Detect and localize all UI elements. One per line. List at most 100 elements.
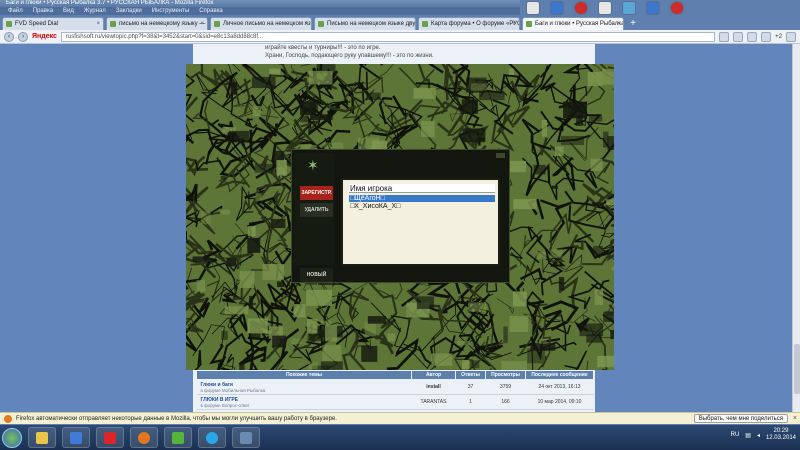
- list-item[interactable]: □ЩёАгоН□: [349, 195, 495, 202]
- tab-favicon-icon: [318, 21, 324, 27]
- menu-icon[interactable]: [786, 31, 796, 42]
- browser-tab[interactable]: Письмо на немецком языке другу |...×: [314, 17, 416, 30]
- folder-icon: [36, 431, 48, 444]
- dialog-sidebar: ✶ ЗАРЕГИСТР. УДАЛИТЬ: [294, 153, 334, 265]
- folder-icon[interactable]: [598, 1, 612, 15]
- tab-label: FVD Speed Dial: [15, 21, 59, 27]
- network-icon[interactable]: ▤: [745, 432, 751, 439]
- topic-views: 3759: [485, 379, 526, 395]
- topic-last: 24 окт 2013, 16:13: [525, 379, 594, 395]
- column-header: Просмотры: [485, 370, 526, 380]
- browser-tab[interactable]: Карта форума • О форуме «РУССК...×: [418, 17, 520, 30]
- browser-tab[interactable]: Личное письмо на немецком языке...×: [210, 17, 312, 30]
- start-button[interactable]: [2, 427, 22, 448]
- browser-tab[interactable]: письмо на немецкому языку — Янд...×: [106, 17, 208, 30]
- clock[interactable]: 20:29 12.03.2014: [766, 428, 796, 442]
- player-list[interactable]: Имя игрока □ЩёАгоН□ □Х_ХисоКА_Х□: [341, 178, 500, 266]
- opera-icon[interactable]: [574, 1, 588, 15]
- tab-close-icon[interactable]: ×: [96, 18, 100, 30]
- menu-bar: Файл Правка Вид Журнал Закладки Инструменты Сп…: [0, 7, 520, 15]
- tab-favicon-icon: [526, 21, 532, 27]
- navigation-bar: ‹ › Яндекс rusfishsoft.ru/viewtopic.php?…: [0, 30, 800, 44]
- topic-forum[interactable]: в форуме Вопрос-ответ: [201, 403, 412, 408]
- tab-close-icon[interactable]: ×: [304, 18, 308, 30]
- language-indicator[interactable]: RU: [731, 432, 740, 438]
- tab-favicon-icon: [214, 21, 220, 27]
- game-icon[interactable]: [670, 1, 684, 15]
- topic-forum[interactable]: в форуме Мобильная Рыбалка: [201, 388, 412, 393]
- post-signature: играйте квесты и турниры!!! - это по игр…: [265, 44, 434, 60]
- topic-author[interactable]: install: [411, 379, 456, 395]
- skype-taskbar-button[interactable]: [198, 427, 226, 448]
- network-icon[interactable]: [622, 1, 636, 15]
- app-icon[interactable]: [550, 1, 564, 15]
- browser-tab[interactable]: Баги и глюки • Русская Рыбалка 3.7...×: [522, 17, 624, 30]
- search-brand[interactable]: Яндекс: [32, 33, 57, 40]
- menu-item[interactable]: Правка: [33, 7, 53, 15]
- topics-table: Похожие темы Автор Ответы Просмотры Посл…: [196, 370, 594, 410]
- list-item[interactable]: □Х_ХисоКА_Х□: [349, 203, 495, 210]
- bookmark-icon[interactable]: [719, 31, 730, 42]
- tab-label: Письмо на немецком языке другу |...: [327, 21, 416, 27]
- weather-icon: [761, 31, 772, 42]
- taskbar: RU ▤ ◂ 20:29 12.03.2014: [0, 425, 800, 450]
- tab-label: письмо на немецкому языку — Янд...: [119, 21, 207, 27]
- tab-close-icon[interactable]: ×: [512, 18, 516, 30]
- download-icon: [172, 431, 184, 444]
- column-header: Ответы: [455, 370, 486, 380]
- yandex-taskbar-button[interactable]: [96, 427, 124, 448]
- settings-icon[interactable]: [646, 1, 660, 15]
- volume-icon[interactable]: ◂: [757, 432, 760, 439]
- home-icon[interactable]: [747, 31, 758, 42]
- tab-favicon-icon: [110, 21, 116, 27]
- topic-cell: ГЛЮКИ В ИГРЕ в форуме Вопрос-ответ: [196, 394, 412, 410]
- notification-bar: Firefox автоматически отправляет некотор…: [0, 412, 800, 424]
- choose-share-button[interactable]: Выбрать, чем мне поделиться: [693, 414, 788, 423]
- menu-item[interactable]: Инструменты: [152, 7, 189, 15]
- table-row: ГЛЮКИ В ИГРЕ в форуме Вопрос-ответ TARAN…: [196, 394, 594, 410]
- topic-last: 10 мар 2014, 09:10: [525, 394, 594, 410]
- tab-close-icon[interactable]: ×: [200, 18, 204, 30]
- browser-tab[interactable]: FVD Speed Dial ×: [2, 17, 104, 30]
- menu-item[interactable]: Справка: [199, 7, 223, 15]
- game-taskbar-button[interactable]: [232, 427, 260, 448]
- clock-date: 12.03.2014: [765, 435, 796, 441]
- firefox-icon: [4, 414, 12, 423]
- page-scrollbar[interactable]: [792, 44, 800, 412]
- new-tab-button[interactable]: +: [626, 18, 640, 30]
- url-bar[interactable]: rusfishsoft.ru/viewtopic.php?f=38&t=3452…: [60, 31, 716, 42]
- close-icon[interactable]: [496, 153, 505, 158]
- register-button[interactable]: ЗАРЕГИСТР.: [300, 186, 333, 200]
- document-icon[interactable]: [526, 1, 540, 15]
- topic-cell: Глюки и баги в форуме Мобильная Рыбалка: [196, 379, 412, 395]
- menu-item[interactable]: Вид: [63, 7, 74, 15]
- close-icon[interactable]: ×: [793, 414, 797, 423]
- tab-strip: FVD Speed Dial × письмо на немецкому языку…: [0, 16, 800, 30]
- column-header: Автор: [411, 370, 456, 380]
- back-button[interactable]: ‹: [4, 31, 14, 42]
- topic-replies: 1: [455, 394, 486, 410]
- new-player-button[interactable]: НОВЫЙ: [300, 268, 333, 282]
- menu-item[interactable]: Журнал: [84, 7, 106, 15]
- scrollbar-thumb[interactable]: [794, 344, 800, 394]
- tab-favicon-icon: [422, 21, 428, 27]
- signature-line: играйте квесты и турниры!!! - это по игр…: [265, 45, 381, 51]
- delete-button[interactable]: УДАЛИТЬ: [300, 203, 333, 217]
- table-row: Глюки и баги в форуме Мобильная Рыбалка …: [196, 379, 594, 395]
- menu-item[interactable]: Закладки: [116, 7, 142, 15]
- media-taskbar-button[interactable]: [62, 427, 90, 448]
- topic-author[interactable]: TARANTAS: [411, 394, 456, 410]
- menu-item[interactable]: Файл: [8, 7, 23, 15]
- firefox-icon: [138, 431, 150, 444]
- forward-button[interactable]: ›: [18, 31, 28, 42]
- download-taskbar-button[interactable]: [164, 427, 192, 448]
- yandex-icon: [104, 431, 116, 444]
- column-header: Последнее сообщение: [525, 370, 594, 380]
- tab-close-icon[interactable]: ×: [616, 18, 620, 30]
- clock-time: 20:29: [773, 428, 789, 434]
- explorer-taskbar-button[interactable]: [28, 427, 56, 448]
- tab-close-icon[interactable]: ×: [408, 18, 412, 30]
- download-icon[interactable]: [733, 31, 744, 42]
- temperature-label: +2: [775, 33, 782, 40]
- firefox-taskbar-button[interactable]: [130, 427, 158, 448]
